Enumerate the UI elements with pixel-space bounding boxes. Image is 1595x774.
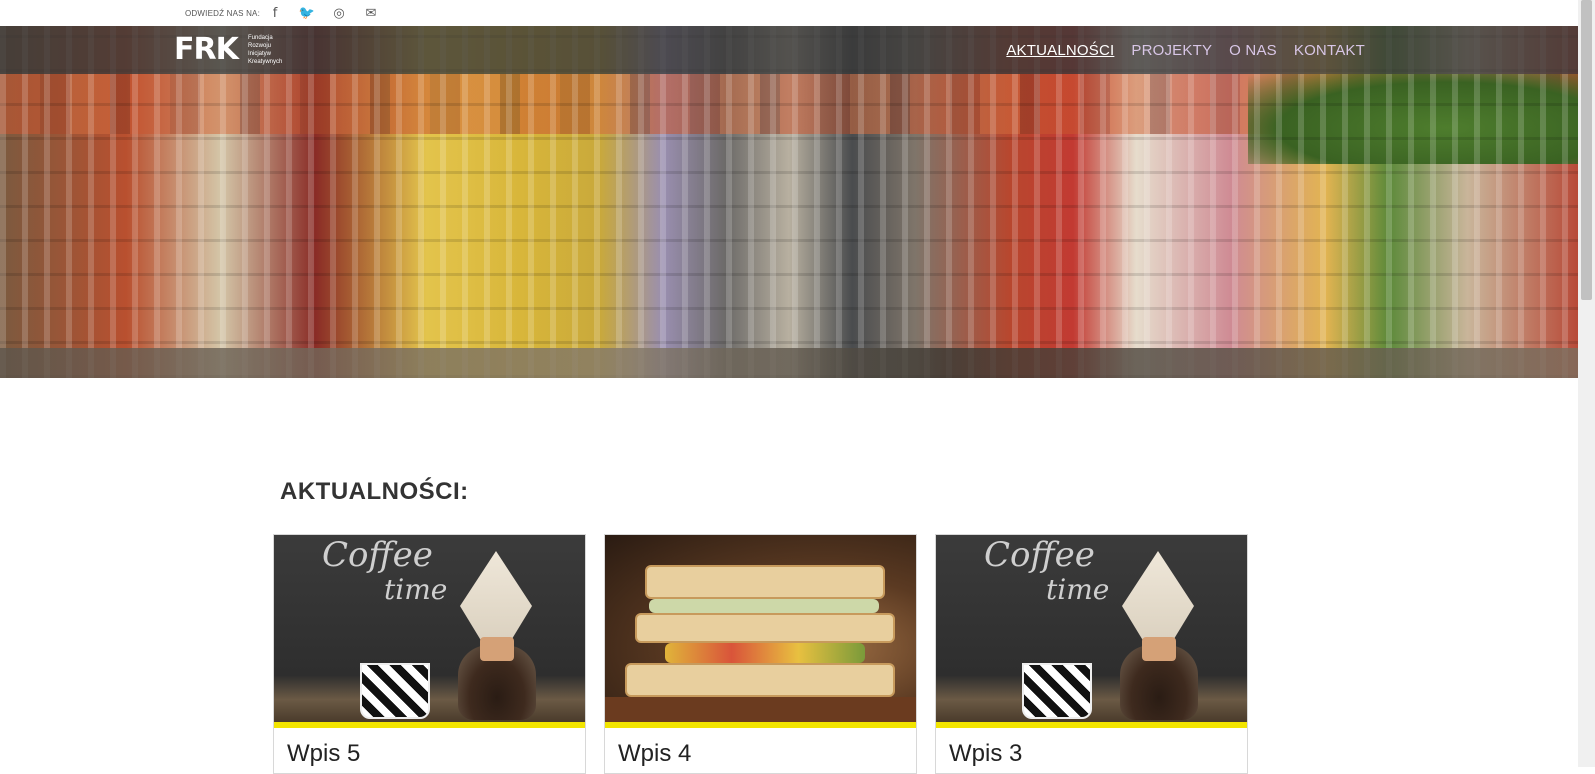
cutting-board — [605, 697, 916, 722]
chalk-coffee-text: Coffee — [322, 535, 433, 575]
carafe-collar — [1142, 637, 1176, 661]
news-card[interactable]: Coffee time Wpis 5 — [273, 534, 586, 774]
bread-slice — [635, 613, 895, 643]
top-bar: ODWIEDŹ NAS NA: f 🐦 ◎ ✉ — [0, 0, 1578, 26]
logo-sub-line: Rozwoju — [248, 43, 272, 49]
logo-sub-line: Kreatywnych — [248, 59, 283, 65]
card-image-coffee: Coffee time — [274, 535, 585, 722]
mug-image — [1022, 663, 1092, 719]
card-accent-bar — [936, 722, 1247, 728]
mail-icon[interactable]: ✉ — [362, 6, 380, 22]
page-scrollbar[interactable] — [1578, 0, 1595, 767]
hero-ground — [0, 348, 1578, 378]
logo-sub-line: Inicjatyw — [248, 51, 272, 57]
nav-link-projekty[interactable]: PROJEKTY — [1131, 42, 1212, 59]
chalk-coffee-text: Coffee — [984, 535, 1095, 575]
main-menu: AKTUALNOŚCI PROJEKTY O NAS KONTAKT — [1006, 42, 1365, 59]
scrollbar-thumb[interactable] — [1581, 0, 1592, 300]
card-title[interactable]: Wpis 4 — [618, 740, 691, 768]
mug-image — [360, 663, 430, 719]
bread-slice — [625, 663, 895, 697]
chalk-time-text: time — [1046, 573, 1110, 606]
section-title: AKTUALNOŚCI: — [280, 478, 469, 505]
hero-windows — [0, 26, 1578, 378]
filter-cone-image — [460, 551, 532, 651]
nav-link-aktualnosci[interactable]: AKTUALNOŚCI — [1006, 42, 1114, 59]
card-title[interactable]: Wpis 3 — [949, 740, 1022, 768]
logo-mark: FRK — [174, 32, 239, 67]
card-accent-bar — [605, 722, 916, 728]
card-title[interactable]: Wpis 5 — [287, 740, 360, 768]
logo-subtitle: Fundacja Rozwoju Inicjatyw Kreatywnych — [248, 34, 282, 66]
lettuce-layer — [649, 599, 879, 613]
hero-banner-image — [0, 26, 1578, 378]
logo[interactable]: FRK Fundacja Rozwoju Inicjatyw Kreatywny… — [174, 32, 294, 68]
social-links: f 🐦 ◎ ✉ — [266, 6, 380, 22]
card-image-sandwich — [605, 535, 916, 722]
visit-us-label: ODWIEDŹ NAS NA: — [185, 9, 261, 18]
card-image-coffee: Coffee time — [936, 535, 1247, 722]
main-navbar: FRK Fundacja Rozwoju Inicjatyw Kreatywny… — [0, 26, 1578, 74]
carafe-collar — [480, 637, 514, 661]
filling-layer — [665, 643, 865, 663]
twitter-icon[interactable]: 🐦 — [298, 6, 316, 22]
nav-link-o-nas[interactable]: O NAS — [1229, 42, 1277, 59]
bread-slice — [645, 565, 885, 599]
news-card[interactable]: Coffee time Wpis 3 — [935, 534, 1248, 774]
chalk-time-text: time — [384, 573, 448, 606]
news-card[interactable]: Wpis 4 — [604, 534, 917, 774]
logo-sub-line: Fundacja — [248, 35, 273, 41]
instagram-icon[interactable]: ◎ — [330, 6, 348, 22]
filter-cone-image — [1122, 551, 1194, 651]
card-accent-bar — [274, 722, 585, 728]
nav-link-kontakt[interactable]: KONTAKT — [1294, 42, 1365, 59]
facebook-icon[interactable]: f — [266, 6, 284, 22]
